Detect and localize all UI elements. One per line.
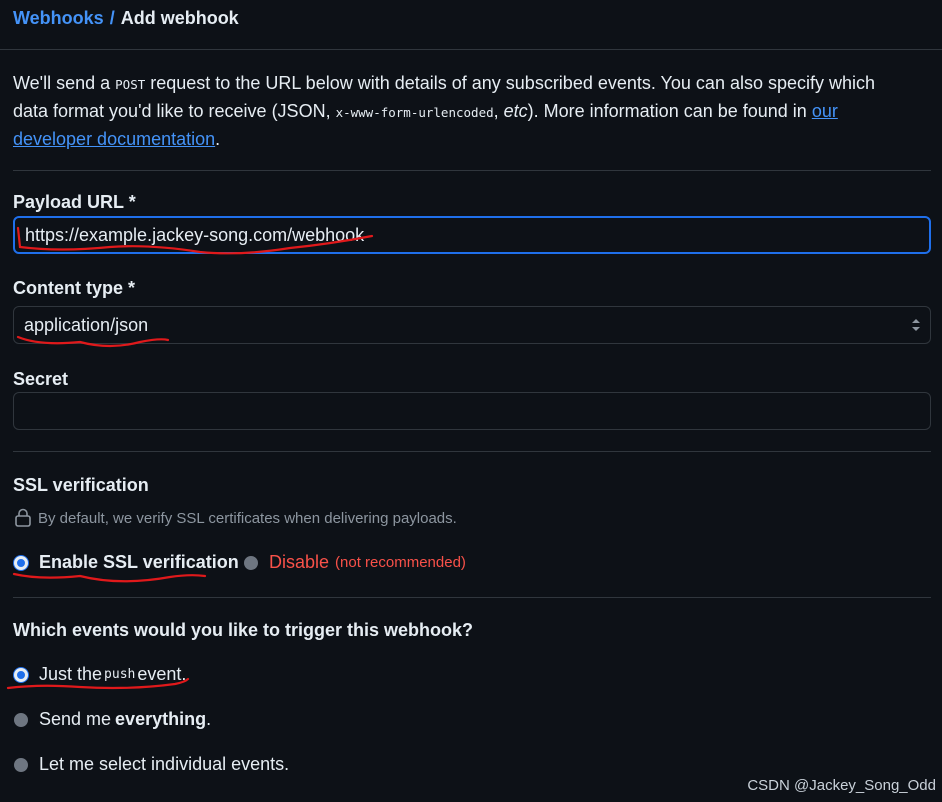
ssl-disable-option[interactable]: Disable (not recommended) xyxy=(244,552,466,573)
events-everything-period: . xyxy=(206,709,212,729)
ssl-hint: By default, we verify SSL certificates w… xyxy=(14,508,457,528)
payload-url-input[interactable]: https://example.jackey-song.com/webhook xyxy=(13,216,931,254)
ssl-enable-option[interactable]: Enable SSL verification xyxy=(14,552,239,573)
ssl-verification-label: SSL verification xyxy=(13,475,149,495)
secret-label: Secret xyxy=(13,369,69,389)
events-everything-option[interactable]: Send me everything . xyxy=(14,709,211,730)
secret-input[interactable] xyxy=(13,392,931,430)
events-push-option[interactable]: Just the push event. xyxy=(14,664,186,685)
content-type-label: Content type * xyxy=(13,278,136,298)
intro-method-code: POST xyxy=(115,77,146,92)
payload-url-value: https://example.jackey-song.com/webhook xyxy=(25,224,365,245)
ssl-enable-radio[interactable] xyxy=(14,555,28,570)
ssl-enable-label: Enable SSL verification xyxy=(39,552,239,572)
intro-etc: etc xyxy=(503,101,528,121)
page-header: Webhooks / Add webhook xyxy=(0,0,942,50)
divider xyxy=(13,451,931,452)
intro-format-code: x-www-form-urlencoded xyxy=(335,105,494,120)
annotation-underline-ssl xyxy=(12,572,207,583)
content-type-select[interactable]: application/json xyxy=(13,306,931,344)
events-question: Which events would you like to trigger t… xyxy=(13,620,474,640)
intro-paragraph: We'll send a POST request to the URL bel… xyxy=(13,70,913,152)
events-push-radio[interactable] xyxy=(14,667,28,682)
events-individual-label: Let me select individual events. xyxy=(39,754,290,774)
ssl-disable-note: (not recommended) xyxy=(335,554,466,571)
payload-url-label: Payload URL * xyxy=(13,192,136,212)
breadcrumb-separator: / xyxy=(109,8,115,28)
watermark: CSDN @Jackey_Song_Odd xyxy=(747,777,936,794)
events-individual-radio[interactable] xyxy=(14,757,28,772)
divider xyxy=(13,597,931,598)
events-everything-label: Send me xyxy=(39,709,112,729)
ssl-hint-text: By default, we verify SSL certificates w… xyxy=(38,509,457,527)
events-push-label-end: event. xyxy=(137,664,187,684)
events-push-code: push xyxy=(104,667,136,682)
events-push-label: Just the xyxy=(39,664,103,684)
intro-text: , xyxy=(493,101,504,121)
breadcrumb-webhooks-link[interactable]: Webhooks xyxy=(13,8,104,29)
content-type-value: application/json xyxy=(24,314,149,335)
intro-text: . xyxy=(215,129,221,149)
events-everything-radio[interactable] xyxy=(14,712,28,727)
breadcrumb-current: Add webhook xyxy=(120,8,239,28)
divider xyxy=(13,170,931,171)
intro-text: We'll send a xyxy=(13,73,116,93)
events-everything-bold: everything xyxy=(115,709,207,729)
ssl-disable-label: Disable xyxy=(269,552,330,572)
lock-icon xyxy=(15,508,31,527)
select-arrows-icon xyxy=(912,319,920,331)
intro-text: ). More information can be found in xyxy=(527,101,812,121)
events-individual-option[interactable]: Let me select individual events. xyxy=(14,754,289,775)
ssl-disable-radio[interactable] xyxy=(244,555,258,570)
